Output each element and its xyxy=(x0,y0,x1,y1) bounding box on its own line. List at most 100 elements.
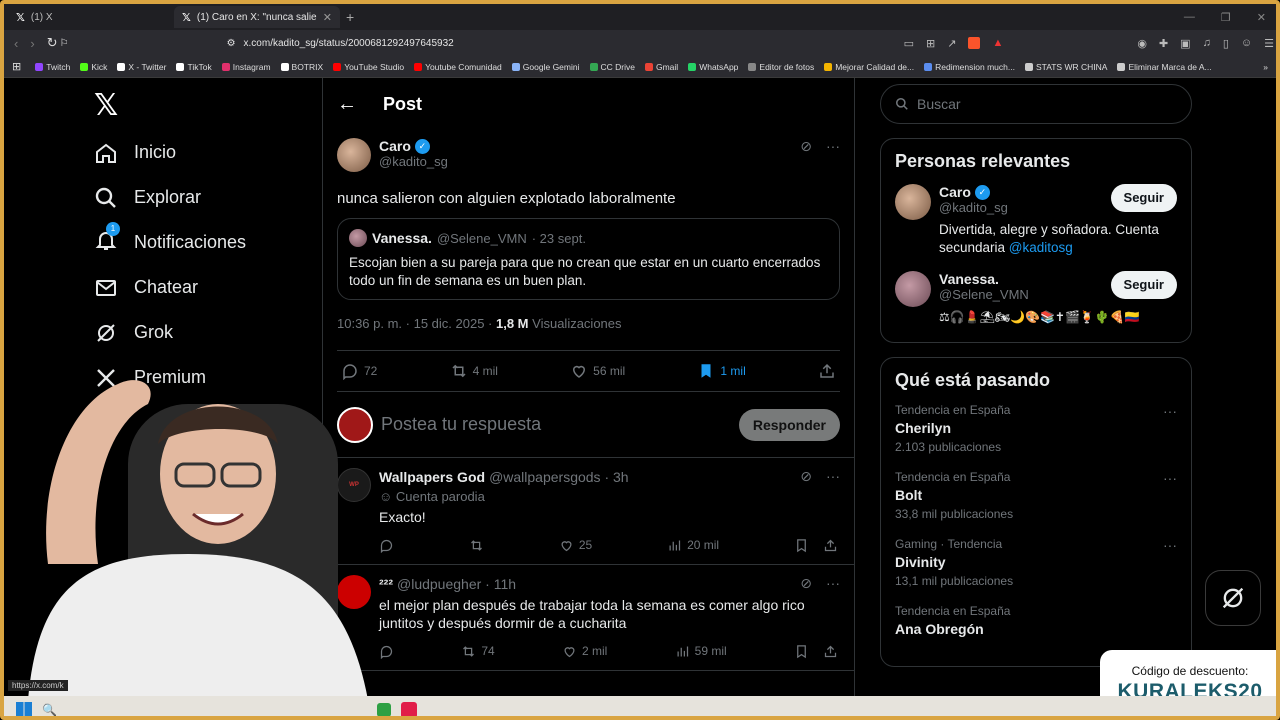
author-name-line[interactable]: Caro ✓ xyxy=(379,138,448,154)
repost-action[interactable]: 4 mil xyxy=(450,362,498,380)
sidebar-item-grok[interactable]: Grok xyxy=(90,310,310,355)
wallet-icon[interactable]: ▣ xyxy=(1180,37,1190,50)
sidebar-item-chatear[interactable]: Chatear xyxy=(90,265,310,310)
more-options-icon[interactable]: ··· xyxy=(1163,403,1177,454)
maximize-icon[interactable]: ❐ xyxy=(1221,11,1231,24)
site-info-icon[interactable]: ⚙ xyxy=(227,38,236,49)
quoted-post[interactable]: Vanessa. @Selene_VMN · 23 sept. Escojan … xyxy=(337,218,840,300)
apps-grid-icon[interactable]: ⊞ xyxy=(12,60,21,73)
like-action[interactable]: 2 mil xyxy=(562,644,607,659)
cast-icon[interactable]: ▭ xyxy=(904,37,914,50)
bookmark-item[interactable]: Gmail xyxy=(644,62,678,72)
menu-icon[interactable]: ☰ xyxy=(1264,37,1274,50)
bookmark-item[interactable]: YouTube Studio xyxy=(333,62,404,72)
avatar[interactable] xyxy=(895,184,931,220)
search-input[interactable]: Buscar xyxy=(880,84,1192,124)
bookmark-item[interactable]: CC Drive xyxy=(589,62,635,72)
person-card[interactable]: Caro ✓ @kadito_sg Seguir Divertida, aleg… xyxy=(895,184,1177,257)
views-action[interactable]: 20 mil xyxy=(667,538,719,553)
windows-start-icon[interactable] xyxy=(16,702,32,716)
forward-icon[interactable]: › xyxy=(30,36,34,51)
x-logo[interactable]: 𝕏 xyxy=(94,84,310,130)
minimize-icon[interactable]: — xyxy=(1184,11,1195,24)
bookmark-item[interactable]: Youtube Comunidad xyxy=(414,62,502,72)
bookmark-action[interactable] xyxy=(794,644,809,659)
close-window-icon[interactable]: ✕ xyxy=(1257,11,1266,24)
sidebar-item-explorar[interactable]: Explorar xyxy=(90,175,310,220)
back-arrow-icon[interactable]: ← xyxy=(337,93,357,116)
brave-shield-icon[interactable] xyxy=(968,36,981,49)
bookmark-action[interactable]: 1 mil xyxy=(697,362,746,380)
bookmark-item[interactable]: Redimension much... xyxy=(924,62,1015,72)
like-action[interactable]: 25 xyxy=(559,538,592,553)
sidebar-item-notificaciones[interactable]: 1 Notificaciones xyxy=(90,220,310,265)
bookmarks-overflow-icon[interactable]: » xyxy=(1263,62,1276,72)
more-options-icon[interactable]: ··· xyxy=(1163,470,1177,521)
bookmark-item[interactable]: BOTRIX xyxy=(280,62,323,72)
reply-author-name[interactable]: Wallpapers God xyxy=(379,469,485,485)
sidebar-item-inicio[interactable]: Inicio xyxy=(90,130,310,175)
views-action[interactable]: 59 mil xyxy=(675,644,727,659)
bookmark-item[interactable]: STATS WR CHINA xyxy=(1024,62,1107,72)
follow-button[interactable]: Seguir xyxy=(1110,271,1177,299)
url-field[interactable]: ⚐ ⚙ x.com/kadito_sg/status/2000681292497… xyxy=(60,33,892,53)
repost-action[interactable] xyxy=(469,538,484,553)
more-options-icon[interactable]: ··· xyxy=(826,468,840,485)
avatar[interactable] xyxy=(337,138,371,172)
extension-icon[interactable]: ◉ xyxy=(1137,37,1147,50)
bio-link[interactable]: @kaditosg xyxy=(1009,240,1073,255)
more-options-icon[interactable]: ··· xyxy=(826,575,840,592)
grok-floating-button[interactable] xyxy=(1205,570,1261,626)
person-card[interactable]: Vanessa. @Selene_VMN Seguir ⚖🎧💄⛱🏍🌙🎨📚✝🎬🍹🌵… xyxy=(895,271,1177,326)
profile-icon[interactable]: ☺ xyxy=(1241,37,1252,50)
trend-item[interactable]: Tendencia en España Cherilyn 2.103 publi… xyxy=(895,403,1177,454)
bookmark-item[interactable]: TikTok xyxy=(176,62,212,72)
bookmark-item[interactable]: Google Gemini xyxy=(511,62,580,72)
bookmark-item[interactable]: WhatsApp xyxy=(688,62,738,72)
reply-input[interactable]: Postea tu respuesta xyxy=(381,414,739,435)
new-tab-icon[interactable]: + xyxy=(346,9,354,25)
bookmark-item[interactable]: Eliminar Marca de A... xyxy=(1117,62,1212,72)
reply-item[interactable]: WP Wallpapers God @wallpapersgods · 3h ⊘… xyxy=(323,458,854,565)
bookmark-item[interactable]: X - Twitter xyxy=(117,62,166,72)
bookmark-item[interactable]: Instagram xyxy=(221,62,271,72)
grok-explain-icon[interactable]: ⊘ xyxy=(800,138,812,155)
share-icon[interactable]: ↗ xyxy=(947,37,956,50)
share-action[interactable] xyxy=(818,362,836,380)
bookmark-item[interactable]: Twitch xyxy=(35,62,70,72)
trend-item[interactable]: Gaming · Tendencia Divinity 13,1 mil pub… xyxy=(895,537,1177,588)
sidebar-toggle-icon[interactable]: ▯ xyxy=(1223,37,1229,50)
follow-button[interactable]: Seguir xyxy=(1110,184,1177,212)
puzzle-icon[interactable]: ✚ xyxy=(1159,37,1168,50)
tiktok-icon[interactable] xyxy=(400,702,417,716)
brave-rewards-icon[interactable]: ▲ xyxy=(992,37,1003,50)
share-action[interactable] xyxy=(823,538,838,553)
bookmark-page-icon[interactable]: ⚐ xyxy=(60,38,69,49)
search-icon[interactable]: 🔍 xyxy=(42,703,57,716)
avatar[interactable] xyxy=(895,271,931,307)
grok-explain-icon[interactable]: ⊘ xyxy=(800,575,812,592)
more-options-icon[interactable]: ··· xyxy=(826,138,840,155)
back-icon[interactable]: ‹ xyxy=(14,36,18,51)
music-icon[interactable]: ♫ xyxy=(1203,37,1211,50)
translate-icon[interactable]: ⊞ xyxy=(926,37,935,50)
reload-icon[interactable]: ↻ xyxy=(47,35,58,51)
grok-explain-icon[interactable]: ⊘ xyxy=(800,468,812,485)
bookmark-item[interactable]: Mejorar Calidad de... xyxy=(824,62,914,72)
like-action[interactable]: 56 mil xyxy=(570,362,625,380)
browser-tab-active[interactable]: 𝕏 (1) Caro en X: "nunca salieron co ✕ xyxy=(174,6,340,28)
reply-item[interactable]: ²²² @ludpuegher · 11h ⊘ ··· el mejor pla… xyxy=(323,565,854,671)
bookmark-item[interactable]: Kick xyxy=(80,62,107,72)
close-tab-icon[interactable]: ✕ xyxy=(323,11,332,24)
browser-tab[interactable]: 𝕏 (1) X xyxy=(8,6,174,28)
trend-item[interactable]: Tendencia en España Ana Obregón xyxy=(895,604,1177,637)
bookmark-action[interactable] xyxy=(794,538,809,553)
reply-button[interactable]: Responder xyxy=(738,408,840,441)
share-action[interactable] xyxy=(823,644,838,659)
bookmark-item[interactable]: Editor de fotos xyxy=(748,62,814,72)
post-timestamp[interactable]: 10:36 p. m. · 15 dic. 2025 · xyxy=(337,316,492,331)
app-icon[interactable] xyxy=(376,703,391,716)
repost-action[interactable]: 74 xyxy=(461,644,495,659)
trend-item[interactable]: Tendencia en España Bolt 33,8 mil public… xyxy=(895,470,1177,521)
more-options-icon[interactable]: ··· xyxy=(1163,537,1177,588)
